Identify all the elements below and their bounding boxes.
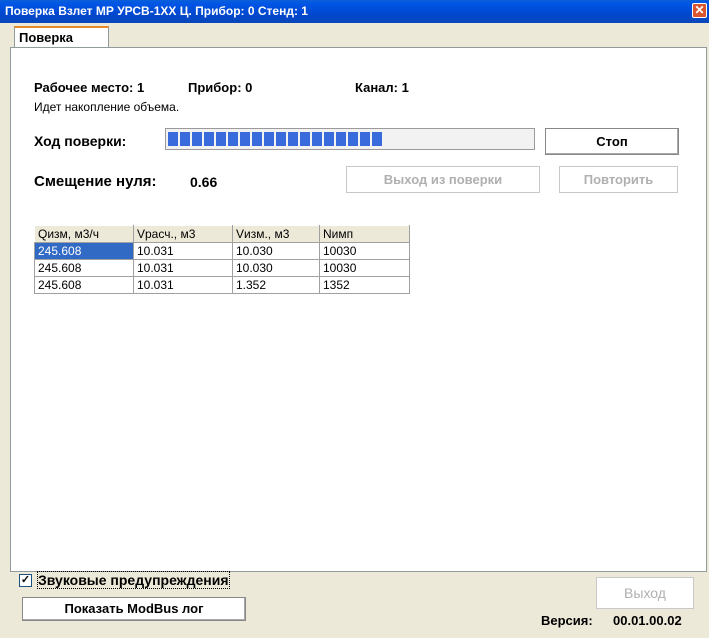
sound-warnings-label[interactable]: Звуковые предупреждения <box>37 571 230 589</box>
channel-label: Канал: 1 <box>355 80 409 95</box>
status-text: Идет накопление объема. <box>34 100 180 114</box>
show-modbus-log-button[interactable]: Показать ModBus лог <box>22 597 246 621</box>
sound-warnings-checkbox[interactable]: ✓ <box>19 574 32 587</box>
table-cell[interactable]: 10030 <box>319 259 410 277</box>
progress-block <box>348 132 358 146</box>
progress-block <box>372 132 382 146</box>
progress-block <box>276 132 286 146</box>
table-cell[interactable]: 10030 <box>319 242 410 260</box>
column-header[interactable]: Vизм., м3 <box>232 225 320 243</box>
table-cell[interactable]: 10.031 <box>133 259 233 277</box>
exit-button[interactable]: Выход <box>596 577 694 609</box>
exit-verification-button[interactable]: Выход из поверки <box>346 166 540 193</box>
progress-block <box>192 132 202 146</box>
title-bar[interactable]: Поверка Взлет МР УРСВ-1ХХ Ц. Прибор: 0 С… <box>0 0 709 23</box>
progress-block <box>300 132 310 146</box>
tab-verification[interactable]: Поверка <box>14 26 109 48</box>
table-cell[interactable]: 245.608 <box>34 276 134 294</box>
progress-block <box>204 132 214 146</box>
zero-offset-value: 0.66 <box>190 174 218 190</box>
table-row[interactable]: 245.608 10.031 10.030 10030 <box>34 259 410 277</box>
table-cell[interactable]: 245.608 <box>34 242 134 260</box>
table-cell[interactable]: 10.031 <box>133 242 233 260</box>
results-table[interactable]: Qизм, м3/ч Vрасч., м3 Vизм., м3 Nимп 245… <box>34 225 410 294</box>
verification-progress-bar <box>165 128 535 150</box>
table-header-row: Qизм, м3/ч Vрасч., м3 Vизм., м3 Nимп <box>34 225 410 243</box>
table-row[interactable]: 245.608 10.031 1.352 1352 <box>34 276 410 294</box>
progress-block <box>288 132 298 146</box>
column-header[interactable]: Vрасч., м3 <box>133 225 233 243</box>
table-cell[interactable]: 10.030 <box>232 242 320 260</box>
workplace-label: Рабочее место: 1 <box>34 80 145 95</box>
progress-block <box>252 132 262 146</box>
column-header[interactable]: Nимп <box>319 225 410 243</box>
zero-offset-label: Смещение нуля: <box>34 173 157 190</box>
progress-block <box>240 132 250 146</box>
table-cell[interactable]: 10.031 <box>133 276 233 294</box>
progress-block <box>168 132 178 146</box>
progress-block <box>264 132 274 146</box>
window-title: Поверка Взлет МР УРСВ-1ХХ Ц. Прибор: 0 С… <box>5 4 308 18</box>
progress-block <box>228 132 238 146</box>
column-header[interactable]: Qизм, м3/ч <box>34 225 134 243</box>
table-cell[interactable]: 1352 <box>319 276 410 294</box>
progress-block <box>312 132 322 146</box>
table-cell[interactable]: 245.608 <box>34 259 134 277</box>
tab-panel <box>10 47 707 572</box>
close-icon[interactable]: ✕ <box>692 3 707 18</box>
table-row[interactable]: 245.608 10.031 10.030 10030 <box>34 242 410 260</box>
device-label: Прибор: 0 <box>188 80 253 95</box>
progress-label: Ход поверки: <box>34 133 127 149</box>
version-label: Версия: <box>541 613 593 628</box>
progress-block <box>324 132 334 146</box>
stop-button[interactable]: Стоп <box>545 128 679 155</box>
main-window: Поверка Взлет МР УРСВ-1ХХ Ц. Прибор: 0 С… <box>0 0 709 638</box>
progress-block <box>180 132 190 146</box>
version-value: 00.01.00.02 <box>613 613 682 628</box>
table-cell[interactable]: 10.030 <box>232 259 320 277</box>
table-cell[interactable]: 1.352 <box>232 276 320 294</box>
progress-block <box>216 132 226 146</box>
progress-block <box>360 132 370 146</box>
repeat-button[interactable]: Повторить <box>559 166 678 193</box>
progress-block <box>336 132 346 146</box>
